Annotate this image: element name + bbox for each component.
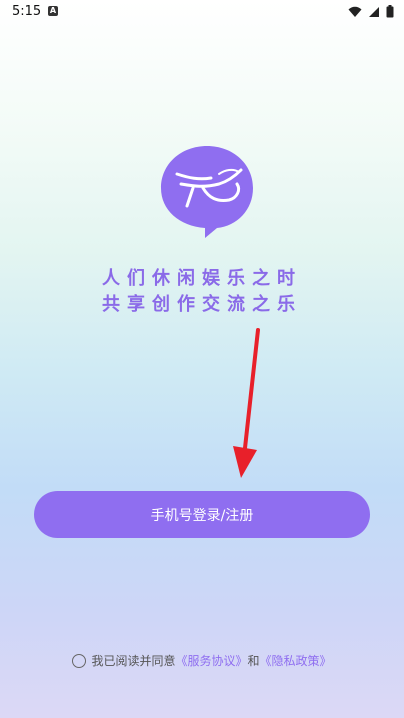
signal-icon bbox=[369, 6, 379, 17]
app-logo-icon bbox=[161, 146, 253, 238]
agreement-prefix: 我已阅读并同意 bbox=[91, 654, 176, 668]
agreement-and: 和 bbox=[247, 654, 260, 668]
notification-icon: A bbox=[48, 6, 58, 16]
phone-login-register-button[interactable]: 手机号登录/注册 bbox=[34, 491, 370, 538]
status-bar: 5:15 A bbox=[0, 0, 404, 24]
battery-icon bbox=[386, 5, 394, 18]
agreement-checkbox[interactable] bbox=[72, 653, 87, 668]
status-time: 5:15 bbox=[12, 4, 42, 19]
system-icons bbox=[348, 5, 394, 18]
slogan-line-1: 人们休闲娱乐之时 bbox=[102, 268, 302, 289]
agreement-row: 我已阅读并同意 《服务协议》 和 《隐私政策》 bbox=[0, 652, 404, 669]
privacy-policy-link[interactable]: 《隐私政策》 bbox=[260, 652, 332, 669]
annotation-arrow-icon bbox=[233, 328, 260, 478]
wifi-icon bbox=[348, 6, 362, 17]
service-agreement-link[interactable]: 《服务协议》 bbox=[175, 652, 247, 669]
slogan-line-2: 共享创作交流之乐 bbox=[102, 294, 302, 315]
